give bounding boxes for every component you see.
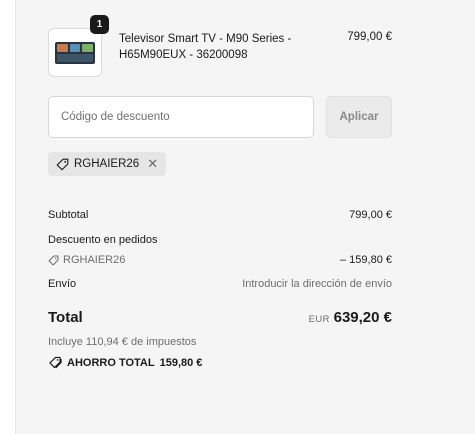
product-thumbnail bbox=[48, 28, 102, 77]
total-amount: EUR 639,20 € bbox=[309, 309, 392, 326]
total-savings-row: AHORRO TOTAL 159,80 € bbox=[48, 356, 392, 369]
close-icon[interactable]: ✕ bbox=[147, 156, 158, 172]
cart-line-item: 1 Televisor Smart TV - M90 Series - H65M… bbox=[48, 15, 392, 78]
applied-code-label: RGHAIER26 bbox=[74, 158, 140, 170]
shipping-label: Envío bbox=[48, 278, 77, 290]
product-price: 799,00 € bbox=[347, 31, 392, 43]
total-currency: EUR bbox=[308, 314, 330, 325]
shipping-row: Envío Introducir la dirección de envío bbox=[48, 278, 392, 290]
tags-icon bbox=[48, 356, 62, 369]
order-discount-code-label: RGHAIER26 bbox=[63, 254, 126, 266]
taxes-note: Incluye 110,94 € de impuestos bbox=[48, 336, 197, 348]
discount-code-input[interactable] bbox=[48, 96, 314, 138]
savings-label: AHORRO TOTAL bbox=[67, 356, 155, 369]
tag-icon bbox=[48, 255, 59, 266]
order-discount-label: Descuento en pedidos bbox=[48, 234, 158, 246]
subtotal-value: 799,00 € bbox=[349, 209, 392, 221]
total-value: 639,20 € bbox=[333, 309, 392, 326]
order-discount-row: Descuento en pedidos bbox=[48, 234, 392, 246]
order-discount-code-row: RGHAIER26 – 159,80 € bbox=[48, 254, 392, 266]
tv-image bbox=[55, 42, 95, 64]
shipping-value: Introducir la dirección de envío bbox=[242, 278, 392, 290]
subtotal-row: Subtotal 799,00 € bbox=[48, 209, 392, 221]
quantity-badge: 1 bbox=[90, 15, 109, 34]
tag-icon bbox=[56, 158, 69, 171]
order-discount-value: – 159,80 € bbox=[340, 254, 392, 266]
total-label: Total bbox=[48, 309, 83, 326]
order-summary-panel: 1 Televisor Smart TV - M90 Series - H65M… bbox=[15, 0, 475, 434]
product-name: Televisor Smart TV - M90 Series - H65M90… bbox=[119, 33, 292, 61]
subtotal-label: Subtotal bbox=[48, 209, 89, 221]
applied-discount-chip: RGHAIER26 ✕ bbox=[48, 152, 167, 176]
apply-discount-button[interactable]: Aplicar bbox=[326, 96, 392, 138]
total-row: Total EUR 639,20 € bbox=[48, 309, 392, 331]
savings-value: 159,80 € bbox=[159, 356, 203, 369]
